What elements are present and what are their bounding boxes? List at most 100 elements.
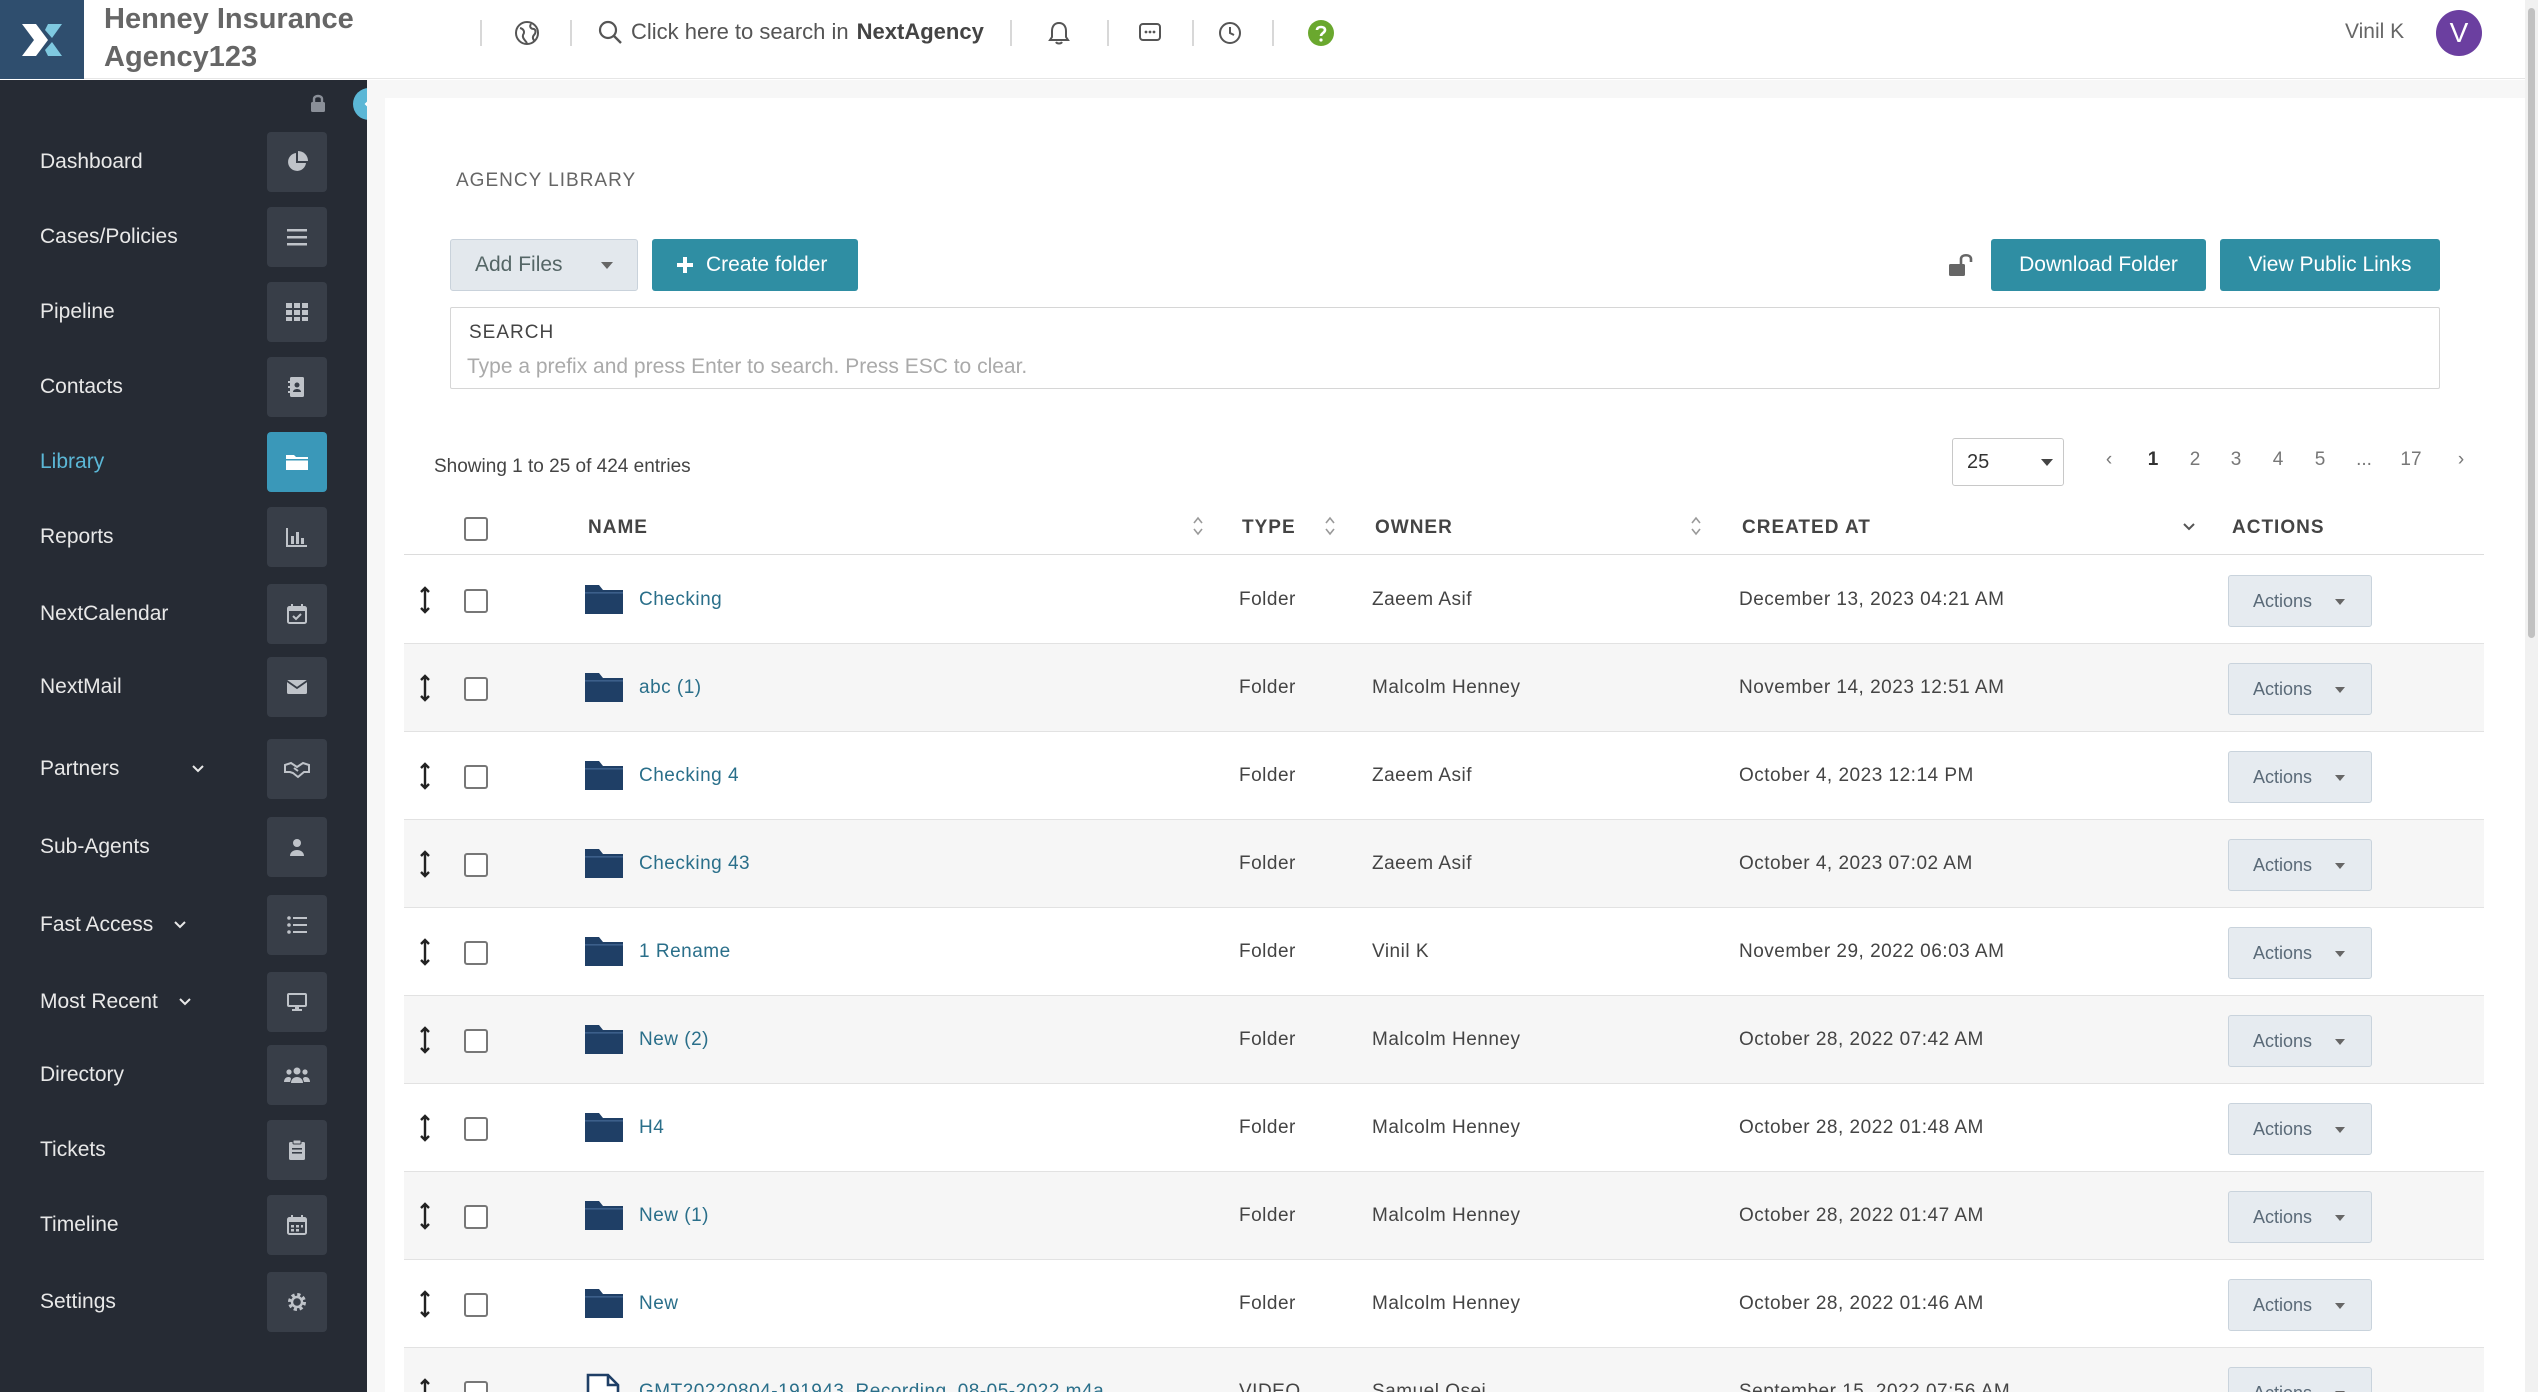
sidebar-item-partners[interactable]: Partners: [0, 737, 367, 801]
file-name-link[interactable]: GMT20220804-191943_Recording_08-05-2022.…: [639, 1381, 1104, 1392]
table-row[interactable]: New Folder Malcolm Henney October 28, 20…: [404, 1260, 2484, 1348]
row-actions-button[interactable]: Actions: [2228, 663, 2372, 715]
row-actions-button[interactable]: Actions: [2228, 839, 2372, 891]
user-name[interactable]: Vinil K: [2345, 20, 2404, 44]
row-actions-button[interactable]: Actions: [2228, 927, 2372, 979]
row-actions-button[interactable]: Actions: [2228, 1191, 2372, 1243]
row-checkbox[interactable]: [464, 1029, 488, 1053]
sidebar-item-timeline[interactable]: Timeline: [0, 1193, 367, 1257]
pagination-page-4[interactable]: 4: [2263, 444, 2293, 476]
sort-icon[interactable]: [1192, 515, 1204, 537]
global-search[interactable]: Click here to search in NextAgency: [597, 14, 984, 50]
table-row[interactable]: New (1) Folder Malcolm Henney October 28…: [404, 1172, 2484, 1260]
row-checkbox[interactable]: [464, 677, 488, 701]
sidebar-item-library[interactable]: Library: [0, 430, 367, 494]
table-row[interactable]: Checking Folder Zaeem Asif December 13, …: [404, 556, 2484, 644]
column-owner[interactable]: OWNER: [1375, 517, 1453, 539]
drag-handle-icon[interactable]: [418, 674, 432, 702]
table-row[interactable]: Checking 4 Folder Zaeem Asif October 4, …: [404, 732, 2484, 820]
row-checkbox[interactable]: [464, 941, 488, 965]
sidebar-item-nextmail[interactable]: NextMail: [0, 655, 367, 719]
column-name[interactable]: NAME: [588, 517, 648, 539]
sidebar-item-directory[interactable]: Directory: [0, 1043, 367, 1107]
file-name-link[interactable]: Checking 4: [639, 765, 739, 787]
sidebar-item-settings[interactable]: Settings: [0, 1270, 367, 1334]
globe-icon[interactable]: [510, 16, 544, 50]
row-checkbox[interactable]: [464, 765, 488, 789]
message-icon[interactable]: [1133, 16, 1167, 50]
row-checkbox[interactable]: [464, 1205, 488, 1229]
row-checkbox[interactable]: [464, 589, 488, 613]
scrollbar-thumb[interactable]: [2528, 8, 2535, 638]
page-scrollbar[interactable]: [2525, 0, 2538, 1392]
add-files-button[interactable]: Add Files: [450, 239, 638, 291]
drag-handle-icon[interactable]: [418, 938, 432, 966]
sidebar-item-fast-access[interactable]: Fast Access: [0, 893, 367, 957]
table-row[interactable]: H4 Folder Malcolm Henney October 28, 202…: [404, 1084, 2484, 1172]
file-name-link[interactable]: H4: [639, 1117, 664, 1139]
row-actions-button[interactable]: Actions: [2228, 575, 2372, 627]
sidebar-lock-icon[interactable]: [308, 92, 328, 114]
pagination-page-5[interactable]: 5: [2305, 444, 2335, 476]
unlock-icon[interactable]: [1947, 252, 1975, 278]
sidebar-item-sub-agents[interactable]: Sub-Agents: [0, 815, 367, 879]
drag-handle-icon[interactable]: [418, 1114, 432, 1142]
drag-handle-icon[interactable]: [418, 1290, 432, 1318]
sidebar-item-cases-policies[interactable]: Cases/Policies: [0, 205, 367, 269]
select-all-checkbox[interactable]: [464, 517, 488, 541]
drag-handle-icon[interactable]: [418, 762, 432, 790]
row-checkbox[interactable]: [464, 1117, 488, 1141]
download-folder-button[interactable]: Download Folder: [1991, 239, 2206, 291]
bell-icon[interactable]: [1042, 16, 1076, 50]
file-name-link[interactable]: Checking 43: [639, 853, 750, 875]
sort-icon[interactable]: [1324, 515, 1336, 537]
search-input[interactable]: [467, 352, 2417, 382]
row-checkbox[interactable]: [464, 1381, 488, 1392]
row-actions-button[interactable]: Actions: [2228, 751, 2372, 803]
row-actions-button[interactable]: Actions: [2228, 1367, 2372, 1392]
row-actions-button[interactable]: Actions: [2228, 1015, 2372, 1067]
sidebar-item-contacts[interactable]: Contacts: [0, 355, 367, 419]
sidebar-item-pipeline[interactable]: Pipeline: [0, 280, 367, 344]
drag-handle-icon[interactable]: [418, 1378, 432, 1392]
row-checkbox[interactable]: [464, 853, 488, 877]
sidebar-item-nextcalendar[interactable]: NextCalendar: [0, 582, 367, 646]
table-row[interactable]: abc (1) Folder Malcolm Henney November 1…: [404, 644, 2484, 732]
file-name-link[interactable]: Checking: [639, 589, 722, 611]
sidebar-item-tickets[interactable]: Tickets: [0, 1118, 367, 1182]
help-icon[interactable]: [1304, 16, 1338, 50]
file-name-link[interactable]: New (2): [639, 1029, 709, 1051]
avatar[interactable]: V: [2436, 10, 2482, 56]
pagination-page-1[interactable]: 1: [2138, 444, 2168, 476]
pagination-prev[interactable]: ‹: [2096, 444, 2122, 476]
drag-handle-icon[interactable]: [418, 586, 432, 614]
sort-icon[interactable]: [1690, 515, 1702, 537]
table-row[interactable]: GMT20220804-191943_Recording_08-05-2022.…: [404, 1348, 2484, 1392]
create-folder-button[interactable]: Create folder: [652, 239, 858, 291]
table-row[interactable]: New (2) Folder Malcolm Henney October 28…: [404, 996, 2484, 1084]
table-row[interactable]: 1 Rename Folder Vinil K November 29, 202…: [404, 908, 2484, 996]
drag-handle-icon[interactable]: [418, 850, 432, 878]
file-name-link[interactable]: New (1): [639, 1205, 709, 1227]
column-created-at[interactable]: CREATED AT: [1742, 517, 1871, 539]
file-name-link[interactable]: New: [639, 1293, 679, 1315]
column-type[interactable]: TYPE: [1242, 517, 1296, 539]
clock-icon[interactable]: [1213, 16, 1247, 50]
view-public-links-button[interactable]: View Public Links: [2220, 239, 2440, 291]
sidebar-item-reports[interactable]: Reports: [0, 505, 367, 569]
page-size-select[interactable]: 25: [1952, 438, 2064, 486]
pagination-page-17[interactable]: 17: [2396, 444, 2426, 476]
sidebar-item-dashboard[interactable]: Dashboard: [0, 130, 367, 194]
table-row[interactable]: Checking 43 Folder Zaeem Asif October 4,…: [404, 820, 2484, 908]
pagination-page-3[interactable]: 3: [2221, 444, 2251, 476]
row-actions-button[interactable]: Actions: [2228, 1279, 2372, 1331]
drag-handle-icon[interactable]: [418, 1202, 432, 1230]
drag-handle-icon[interactable]: [418, 1026, 432, 1054]
file-name-link[interactable]: 1 Rename: [639, 941, 731, 963]
app-logo[interactable]: [0, 0, 84, 79]
sort-desc-icon[interactable]: [2182, 521, 2196, 533]
sidebar-item-most-recent[interactable]: Most Recent: [0, 970, 367, 1034]
row-actions-button[interactable]: Actions: [2228, 1103, 2372, 1155]
pagination-next[interactable]: ›: [2448, 444, 2474, 476]
pagination-page-2[interactable]: 2: [2180, 444, 2210, 476]
